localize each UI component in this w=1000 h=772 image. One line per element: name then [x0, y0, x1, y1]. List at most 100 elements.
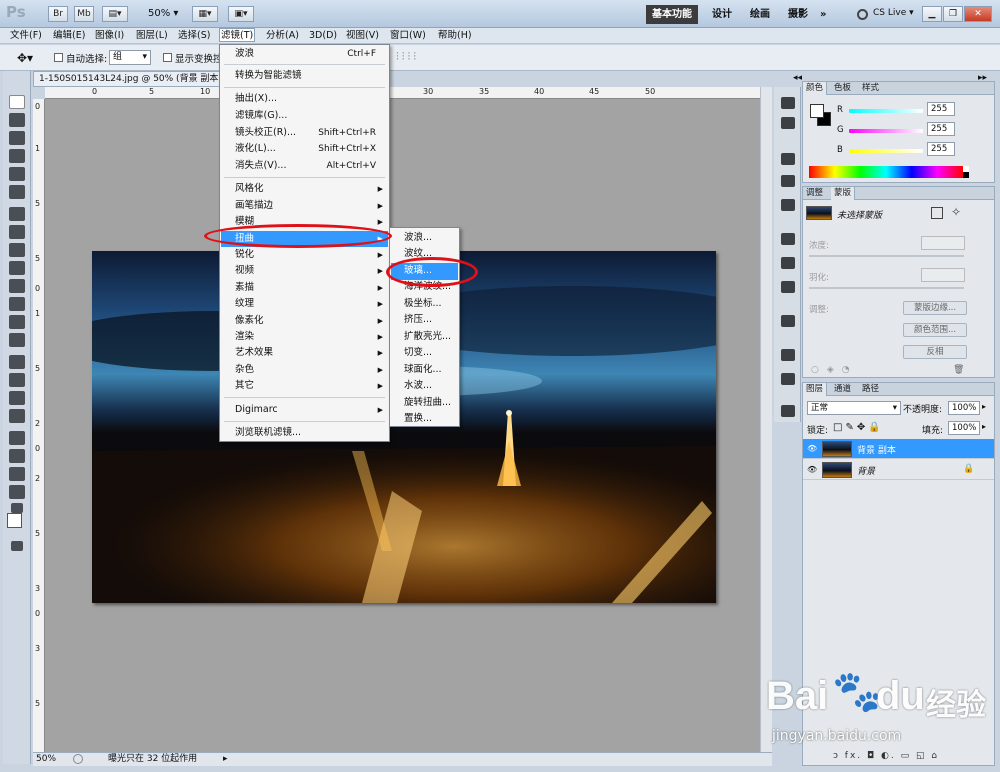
submenu-polar-coordinates-item[interactable]: 极坐标... [391, 296, 458, 313]
layer-row-background-copy[interactable]: 👁 背景 副本 [803, 439, 994, 459]
tab-paths[interactable]: 路径 [859, 383, 882, 396]
density-slider[interactable] [809, 255, 964, 257]
minimize-button[interactable]: ▁ [922, 6, 942, 22]
workspace-photography[interactable]: 摄影 [788, 5, 808, 24]
submenu-zigzag-item[interactable]: 水波... [391, 378, 458, 395]
artistic-item[interactable]: 艺术效果 ▶ [221, 345, 388, 361]
status-arrow-icon[interactable]: ▸ [223, 753, 228, 766]
paint-bucket-tool-icon[interactable] [9, 297, 25, 311]
eraser-tool-icon[interactable] [9, 279, 25, 293]
texture-item[interactable]: 纹理 ▶ [221, 296, 388, 312]
submenu-twirl-item[interactable]: 旋转扭曲... [391, 395, 458, 412]
clone-source-icon[interactable] [781, 257, 795, 269]
screen-mode-button[interactable]: ▣▾ [228, 6, 254, 22]
menu-filter[interactable]: 滤镜(T) [219, 28, 256, 42]
channel-b-slider[interactable] [849, 149, 923, 153]
animation-panel-icon[interactable] [781, 373, 795, 385]
submenu-pinch-item[interactable]: 挤压... [391, 312, 458, 329]
arrange-documents-button[interactable]: ▦▾ [192, 6, 218, 22]
mask-delete-icon[interactable]: 🗑 [953, 365, 964, 375]
path-selection-tool-icon[interactable] [9, 391, 25, 405]
opacity-arrow-icon[interactable]: ▸ [982, 402, 986, 411]
character-panel-icon[interactable] [781, 405, 795, 417]
opacity-field[interactable]: 100% [948, 401, 980, 415]
auto-select-checkbox[interactable] [54, 53, 63, 62]
menu-window[interactable]: 窗口(W) [390, 29, 426, 43]
fill-field[interactable]: 100% [948, 421, 980, 435]
mask-edge-button[interactable]: 蒙版边缘... [903, 301, 967, 315]
fill-arrow-icon[interactable]: ▸ [982, 422, 986, 431]
browse-filters-online-item[interactable]: 浏览联机滤镜... [221, 425, 388, 441]
channel-b-value[interactable]: 255 [927, 142, 955, 156]
quick-select-tool-icon[interactable] [9, 149, 25, 163]
channel-r-slider[interactable] [849, 109, 923, 113]
tab-channels[interactable]: 通道 [831, 383, 854, 396]
brush-tool-icon[interactable] [9, 225, 25, 239]
video-item[interactable]: 视频 ▶ [221, 263, 388, 279]
tab-styles[interactable]: 样式 [859, 82, 882, 95]
quick-mask-icon[interactable] [11, 541, 23, 551]
3d-orbit-tool-icon[interactable] [9, 449, 25, 463]
color-range-button[interactable]: 颜色范围... [903, 323, 967, 337]
info-panel-icon[interactable] [781, 199, 795, 211]
blur-tool-icon[interactable] [9, 315, 25, 329]
invert-button[interactable]: 反相 [903, 345, 967, 359]
panel-collapse-icon[interactable]: ◂◂ [793, 73, 802, 83]
show-transform-checkbox[interactable] [163, 53, 172, 62]
shape-tool-icon[interactable] [9, 409, 25, 423]
color-foreground-swatch[interactable] [810, 104, 824, 118]
history-panel-icon[interactable] [781, 97, 795, 109]
zoom-tool-icon[interactable] [9, 485, 25, 499]
other-item[interactable]: 其它 ▶ [221, 378, 388, 394]
layer-row-background[interactable]: 👁 背景 🔒 [803, 460, 994, 480]
menu-image[interactable]: 图像(I) [95, 29, 124, 43]
lasso-tool-icon[interactable] [9, 131, 25, 145]
crop-tool-icon[interactable] [9, 167, 25, 181]
digimarc-item[interactable]: Digimarc ▶ [221, 402, 388, 418]
foreground-color-swatch[interactable] [7, 513, 22, 528]
3d-panel-icon[interactable] [781, 349, 795, 361]
view-extras-button[interactable]: ▤▾ [102, 6, 128, 22]
stylize-item[interactable]: 风格化 ▶ [221, 181, 388, 197]
noise-item[interactable]: 杂色 ▶ [221, 362, 388, 378]
menu-3d[interactable]: 3D(D) [309, 29, 337, 43]
close-button[interactable]: ✕ [964, 6, 992, 22]
type-tool-icon[interactable] [9, 373, 25, 387]
menu-edit[interactable]: 编辑(E) [53, 29, 85, 43]
pixelate-item[interactable]: 像素化 ▶ [221, 313, 388, 329]
blend-mode-select[interactable]: 正常 ▾ [807, 401, 901, 415]
move-tool-icon[interactable] [9, 95, 25, 109]
liquify-item[interactable]: 液化(L)... Shift+Ctrl+X [221, 141, 388, 157]
lens-correction-item[interactable]: 镜头校正(R)... Shift+Ctrl+R [221, 125, 388, 141]
pixel-mask-icon[interactable] [931, 207, 943, 219]
filter-last-item[interactable]: 波浪 Ctrl+F [221, 46, 388, 62]
dodge-tool-icon[interactable] [9, 333, 25, 347]
layers-footer-icons[interactable]: ↄ fx. ◘ ◐. ▭ ◱ ⌂ [833, 751, 939, 761]
tab-color[interactable]: 颜色 [803, 82, 828, 95]
cs-live-button[interactable]: CS Live ▾ [873, 8, 914, 18]
maximize-button[interactable]: ❐ [943, 6, 963, 22]
layer-visibility-eye-icon[interactable]: 👁 [807, 444, 817, 453]
bridge-button[interactable]: Br [48, 6, 68, 22]
mini-bridge-button[interactable]: Mb [74, 6, 94, 22]
feather-slider[interactable] [809, 287, 964, 289]
convert-smart-filter-item[interactable]: 转换为智能滤镜 [221, 68, 388, 84]
tab-adjustments[interactable]: 调整 [803, 187, 826, 200]
more-workspaces-button[interactable]: » [820, 5, 826, 24]
vanishing-point-item[interactable]: 消失点(V)... Alt+Ctrl+V [221, 158, 388, 174]
clone-stamp-tool-icon[interactable] [9, 243, 25, 257]
status-zoom[interactable]: 50% [36, 753, 56, 766]
brush-strokes-item[interactable]: 画笔描边 ▶ [221, 198, 388, 214]
status-info-icon[interactable] [73, 754, 83, 764]
channel-g-value[interactable]: 255 [927, 122, 955, 136]
black-white-swatch[interactable] [963, 166, 969, 178]
workspace-design[interactable]: 设计 [712, 5, 732, 24]
tab-layers[interactable]: 图层 [803, 383, 828, 396]
3d-rotate-tool-icon[interactable] [9, 431, 25, 445]
menu-view[interactable]: 视图(V) [346, 29, 379, 43]
paragraph-panel-icon[interactable] [781, 315, 795, 327]
hand-tool-icon[interactable] [9, 467, 25, 481]
brushes-panel-icon[interactable] [781, 233, 795, 245]
marquee-tool-icon[interactable] [9, 113, 25, 127]
lock-icons[interactable]: □✎✥🔒 [833, 422, 884, 433]
